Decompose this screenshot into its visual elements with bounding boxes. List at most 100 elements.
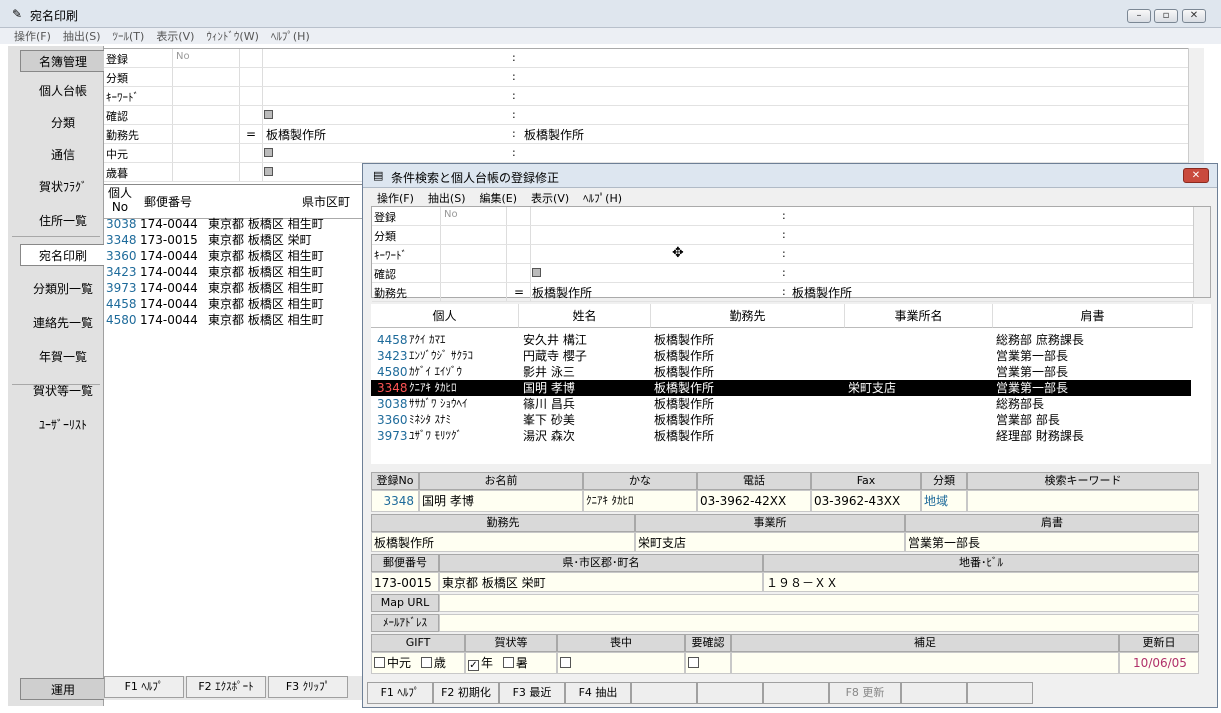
sidebar-item[interactable]: ﾕｰｻﾞｰﾘｽﾄ xyxy=(20,414,106,436)
list-row[interactable]: 3348 ｸﾆｱｷ ﾀｶﾋﾛ 国明 孝博 板橋製作所 栄町支店 営業第一部長 xyxy=(371,380,1191,396)
dialog-fkey-button[interactable] xyxy=(631,682,697,704)
close-button[interactable]: ✕ xyxy=(1182,9,1206,23)
gift-sai-checkbox[interactable] xyxy=(420,657,432,668)
dialog-fkey-button[interactable]: F1 ﾍﾙﾌﾟ xyxy=(367,682,433,704)
dialog-fkey-button[interactable] xyxy=(763,682,829,704)
sidebar-item[interactable]: 個人台帳 xyxy=(20,80,106,102)
field-tel[interactable]: 03-3962-42XX xyxy=(697,490,811,512)
gift-chu-checkbox[interactable] xyxy=(374,657,385,668)
filter-sep xyxy=(530,264,531,282)
dialog-filter-label: 確認 xyxy=(374,268,396,281)
field-office[interactable]: 栄町支店 xyxy=(635,532,905,552)
field-updated[interactable]: 10/06/05 xyxy=(1119,652,1199,674)
filter-sep xyxy=(440,264,441,282)
list-row[interactable]: 3973 ﾕｻﾞﾜ ﾓﾘﾂｸﾞ 湯沢 森次 板橋製作所 経理部 財務課長 xyxy=(371,428,1191,444)
dialog-menu-item[interactable]: 操作(F) xyxy=(377,192,414,205)
field-cat[interactable]: 地域 xyxy=(921,490,967,512)
list-header[interactable]: 姓名 xyxy=(519,304,651,328)
minimize-button[interactable]: – xyxy=(1127,9,1151,23)
field-fax[interactable]: 03-3962-43XX xyxy=(811,490,921,512)
mourn-checkbox[interactable] xyxy=(560,657,571,668)
list-row[interactable]: 3038 ｻｻｶﾞﾜ ｼｮｳﾍｲ 篠川 昌兵 板橋製作所 総務部長 xyxy=(371,396,1191,412)
filter-colon: : xyxy=(512,146,516,159)
grid-row[interactable]: 3973 174-0044 東京都 板橋区 相生町 xyxy=(104,279,362,295)
dialog-fkey-button[interactable]: F3 最近 xyxy=(499,682,565,704)
filter-sep xyxy=(506,226,507,244)
field-mail[interactable] xyxy=(439,614,1199,632)
field-company[interactable]: 板橋製作所 xyxy=(371,532,635,552)
dialog-fkey-bar: F1 ﾍﾙﾌﾟ F2 初期化 F3 最近 F4 抽出 F8 更新 xyxy=(367,682,1213,704)
field-title[interactable]: 営業第一部長 xyxy=(905,532,1199,552)
list-header[interactable]: 肩書 xyxy=(993,304,1193,328)
list-row[interactable]: 3423 ｴﾝｿﾞｳｼﾞ ｻｸﾗｺ 円蔵寺 櫻子 板橋製作所 営業第一部長 xyxy=(371,348,1191,364)
dialog-fkey-button[interactable]: F4 抽出 xyxy=(565,682,631,704)
list-row[interactable]: 4580 ｶｹﾞｲ ｴｲｿﾞｳ 影井 泳三 板橋製作所 営業第一部長 xyxy=(371,364,1191,380)
dialog-close-button[interactable]: ✕ xyxy=(1183,168,1209,183)
dialog-fkey-button[interactable]: F8 更新 xyxy=(829,682,901,704)
sidebar-item[interactable]: 連絡先一覧 xyxy=(20,312,106,334)
sidebar-item[interactable]: 名簿管理 xyxy=(20,50,106,72)
dialog-fkey-button[interactable] xyxy=(901,682,967,704)
dialog-filter-scrollbar[interactable] xyxy=(1193,207,1210,297)
menu-item[interactable]: 表示(V) xyxy=(156,30,194,43)
dialog-fkey-button[interactable] xyxy=(967,682,1033,704)
filter-checkbox[interactable] xyxy=(532,268,541,277)
menu-item[interactable]: ﾂｰﾙ(T) xyxy=(113,30,145,43)
field-zip[interactable]: 173-0015 xyxy=(371,572,439,592)
sidebar-item[interactable]: 分類 xyxy=(20,112,106,134)
dialog-menu-item[interactable]: 編集(E) xyxy=(480,192,518,205)
menu-item[interactable]: ｳｨﾝﾄﾞｳ(W) xyxy=(206,30,258,43)
filter-sep xyxy=(239,87,240,105)
grid-row[interactable]: 3348 173-0015 東京都 板橋区 栄町 xyxy=(104,231,362,247)
field-kana[interactable]: ｸﾆｱｷ ﾀｶﾋﾛ xyxy=(583,490,697,512)
field-block[interactable]: １９８－ＸＸ xyxy=(763,572,1199,592)
field-note[interactable] xyxy=(731,652,1119,674)
card-nen-checkbox[interactable]: ✓ xyxy=(468,660,479,671)
dialog-menu-item[interactable]: 表示(V) xyxy=(531,192,569,205)
dialog-fkey-button[interactable] xyxy=(697,682,763,704)
dialog-menu-item[interactable]: ﾍﾙﾌﾟ(H) xyxy=(583,192,622,205)
filter-checkbox[interactable] xyxy=(264,110,273,119)
list-header[interactable]: 勤務先 xyxy=(651,304,845,328)
field-keyword[interactable] xyxy=(967,490,1199,512)
dialog-filter-row: ｷｰﾜｰﾄﾞ: xyxy=(372,245,1194,264)
grid-row[interactable]: 4580 174-0044 東京都 板橋区 相生町 xyxy=(104,311,362,327)
label-map-url: Map URL xyxy=(371,594,439,612)
operation-button[interactable]: 運用 xyxy=(20,678,106,700)
menu-item[interactable]: 操作(F) xyxy=(14,30,51,43)
fkey-button[interactable]: F2 ｴｸｽﾎﾟｰﾄ xyxy=(186,676,266,698)
field-map-url[interactable] xyxy=(439,594,1199,612)
list-header[interactable]: 個人 xyxy=(371,304,519,328)
list-row[interactable]: 4458 ｱｸｲ ｶﾏｴ 安久井 構江 板橋製作所 総務部 庶務課長 xyxy=(371,332,1191,348)
filter-checkbox[interactable] xyxy=(264,148,273,157)
fkey-button[interactable]: F3 ｸﾘｯﾌﾟ xyxy=(268,676,348,698)
card-sho-checkbox[interactable] xyxy=(502,657,514,668)
menu-item[interactable]: 抽出(S) xyxy=(63,30,101,43)
sidebar-item[interactable]: 宛名印刷 xyxy=(20,244,106,266)
sidebar-item[interactable]: 通信 xyxy=(20,144,106,166)
fkey-button[interactable]: F1 ﾍﾙﾌﾟ xyxy=(104,676,184,698)
grid-header-no: 個人 No xyxy=(107,186,132,214)
field-addr[interactable]: 東京都 板橋区 栄町 xyxy=(439,572,763,592)
dialog-menu-item[interactable]: 抽出(S) xyxy=(428,192,466,205)
field-no[interactable]: 3348 xyxy=(371,490,419,512)
filter-checkbox[interactable] xyxy=(264,167,273,176)
sidebar-item[interactable]: 賀状ﾌﾗｸﾞ xyxy=(20,176,106,198)
sidebar-item[interactable]: 住所一覧 xyxy=(20,210,106,232)
grid-row[interactable]: 3360 174-0044 東京都 板橋区 相生町 xyxy=(104,247,362,263)
confirm-checkbox[interactable] xyxy=(688,657,699,668)
menu-item[interactable]: ﾍﾙﾌﾟ(H) xyxy=(271,30,310,43)
grid-row[interactable]: 3038 174-0044 東京都 板橋区 相生町 xyxy=(104,215,362,231)
grid-row[interactable]: 3423 174-0044 東京都 板橋区 相生町 xyxy=(104,263,362,279)
grid-row[interactable]: 4458 174-0044 東京都 板橋区 相生町 xyxy=(104,295,362,311)
list-header[interactable]: 事業所名 xyxy=(845,304,993,328)
main-menubar: 操作(F) 抽出(S) ﾂｰﾙ(T) 表示(V) ｳｨﾝﾄﾞｳ(W) ﾍﾙﾌﾟ(H) xyxy=(0,28,1221,44)
dialog-fkey-button[interactable]: F2 初期化 xyxy=(433,682,499,704)
sidebar-item[interactable]: 分類別一覧 xyxy=(20,278,106,300)
window-title: 宛名印刷 xyxy=(30,9,79,23)
sidebar-divider xyxy=(12,236,100,237)
list-row[interactable]: 3360 ﾐﾈｼﾀ ｽﾅﾐ 峯下 砂美 板橋製作所 営業部 部長 xyxy=(371,412,1191,428)
sidebar-item[interactable]: 年賀一覧 xyxy=(20,346,106,368)
field-name[interactable]: 国明 孝博 xyxy=(419,490,583,512)
maximize-button[interactable]: ▫ xyxy=(1154,9,1178,23)
